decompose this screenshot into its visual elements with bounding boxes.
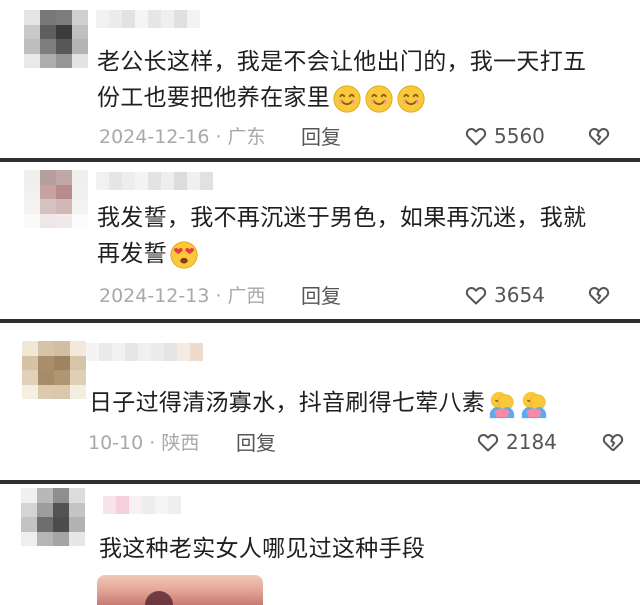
heart-outline-icon — [465, 127, 487, 146]
avatar[interactable] — [24, 10, 88, 68]
reply-button[interactable]: 回复 — [236, 430, 276, 456]
hug-emoji-icon — [521, 391, 547, 418]
like-button[interactable]: 3654 — [464, 282, 545, 308]
like-button[interactable]: 2184 — [476, 429, 557, 455]
avatar[interactable] — [22, 341, 86, 399]
hug-emoji-icon — [489, 391, 515, 418]
avatar[interactable] — [24, 170, 88, 228]
username-blurred[interactable] — [103, 496, 183, 514]
comment-date-location: 10-10 · 陕西 — [88, 432, 200, 454]
comment-text: 我这种老实女人哪见过这种手段 — [99, 536, 426, 562]
reply-button[interactable]: 回复 — [301, 124, 341, 150]
avatar[interactable] — [21, 488, 85, 546]
heart-eyes-emoji-icon — [170, 240, 198, 269]
reply-button[interactable]: 回复 — [301, 283, 341, 309]
like-count: 2184 — [506, 430, 557, 454]
smile-emoji-icon — [365, 84, 393, 113]
comment-text: 老公长这样，我是不会让他出门的，我一天打五份工也要把他养在家里 — [97, 44, 607, 116]
like-count: 3654 — [494, 283, 545, 307]
comment-date-location: 2024-12-16 · 广东 — [99, 126, 266, 148]
image-detail — [145, 591, 173, 605]
comment-text: 我发誓，我不再沉迷于男色，如果再沉迷，我就再发誓 — [97, 200, 609, 272]
heart-outline-icon — [477, 433, 499, 452]
broken-heart-icon[interactable] — [601, 430, 625, 454]
smile-emoji-icon — [397, 84, 425, 113]
username-blurred[interactable] — [96, 172, 214, 190]
heart-outline-icon — [465, 286, 487, 305]
comment-text: 日子过得清汤寡水，抖音刷得七荤八素 — [89, 385, 614, 421]
smile-emoji-icon — [333, 84, 361, 113]
comment-card: 我这种老实女人哪见过这种手段 — [0, 484, 640, 605]
comment-card: 老公长这样，我是不会让他出门的，我一天打五份工也要把他养在家里 2024-12-… — [0, 0, 640, 158]
broken-heart-icon[interactable] — [587, 124, 611, 148]
comment-card: 我发誓，我不再沉迷于男色，如果再沉迷，我就再发誓 2024-12-13 · 广西… — [0, 162, 640, 319]
username-blurred[interactable] — [96, 10, 206, 28]
comment-date-location: 2024-12-13 · 广西 — [99, 285, 266, 307]
broken-heart-icon[interactable] — [587, 283, 611, 307]
comment-image[interactable] — [97, 575, 263, 605]
like-button[interactable]: 5560 — [464, 123, 545, 149]
like-count: 5560 — [494, 124, 545, 148]
username-blurred[interactable] — [86, 343, 210, 361]
comment-card: 日子过得清汤寡水，抖音刷得七荤八素 10-10 · 陕西 回复 2184 — [0, 323, 640, 480]
